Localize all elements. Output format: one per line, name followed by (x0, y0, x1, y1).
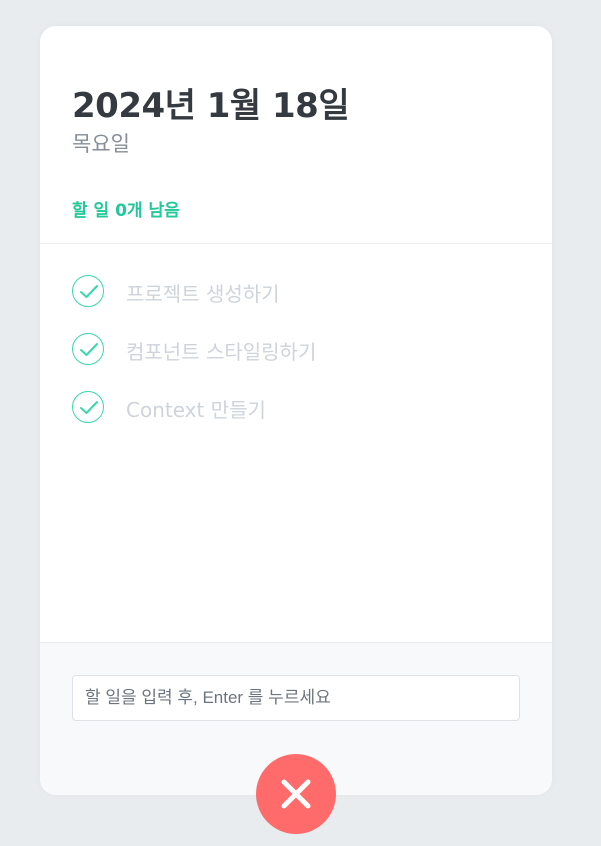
day-of-week: 목요일 (72, 132, 130, 156)
todo-text: Context 만들기 (126, 398, 266, 422)
check-icon (80, 401, 98, 414)
todo-list: 프로젝트 생성하기 컴포넌트 스타일링하기 Context 만들기 (72, 274, 520, 448)
todo-header: 2024년 1월 18일 목요일 할 일 0개 남음 (40, 26, 552, 244)
close-icon (281, 779, 311, 809)
todo-checkbox[interactable] (72, 391, 104, 423)
todo-item: Context 만들기 (72, 390, 520, 448)
check-icon (80, 343, 98, 356)
todo-checkbox[interactable] (72, 333, 104, 365)
todo-text: 컴포넌트 스타일링하기 (126, 340, 317, 364)
check-icon (80, 285, 98, 298)
todo-input[interactable] (72, 675, 520, 721)
todo-item: 프로젝트 생성하기 (72, 274, 520, 332)
todo-card: 2024년 1월 18일 목요일 할 일 0개 남음 프로젝트 생성하기 컴포넌… (40, 26, 552, 795)
todo-text: 프로젝트 생성하기 (126, 282, 280, 306)
todo-item: 컴포넌트 스타일링하기 (72, 332, 520, 390)
todo-checkbox[interactable] (72, 275, 104, 307)
date-title: 2024년 1월 18일 (72, 86, 350, 126)
tasks-left-count: 할 일 0개 남음 (72, 201, 180, 221)
close-button[interactable] (256, 754, 336, 834)
